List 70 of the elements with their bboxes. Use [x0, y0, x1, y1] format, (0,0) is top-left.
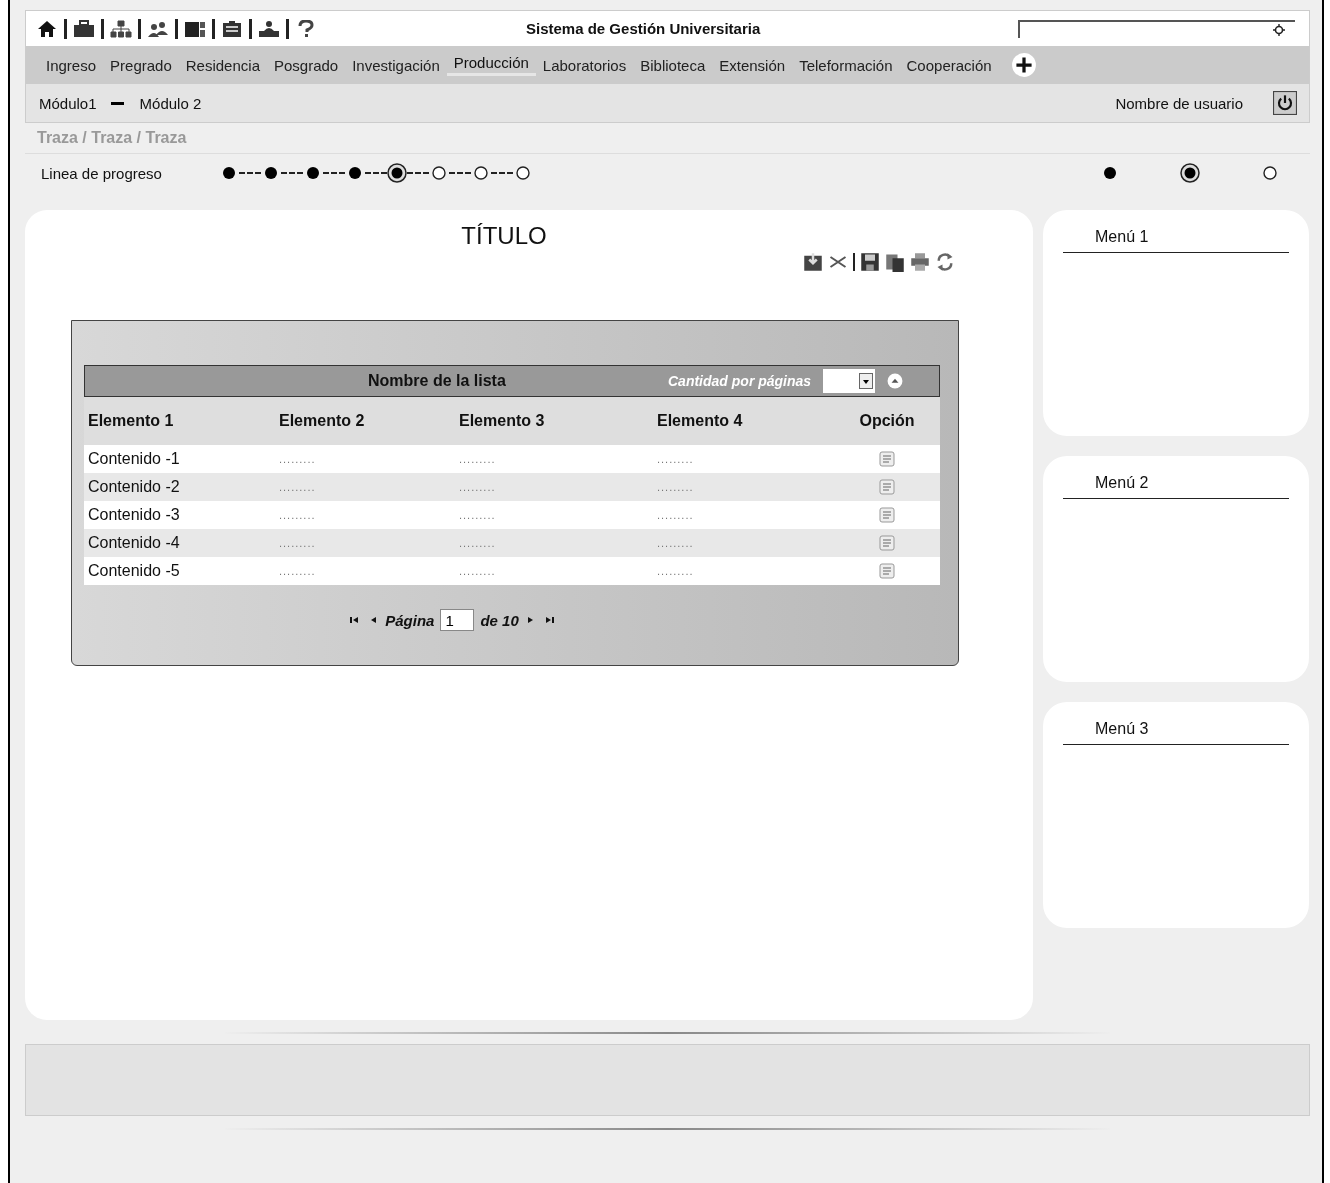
collapse-icon[interactable]	[887, 373, 904, 389]
menu-title: Menú 1	[1063, 228, 1289, 253]
target-icon[interactable]	[1273, 23, 1285, 36]
add-icon[interactable]	[1010, 52, 1037, 78]
briefcase-icon[interactable]	[73, 19, 95, 38]
menu-title: Menú 3	[1063, 720, 1289, 745]
nav-tab[interactable]: Ingreso	[39, 56, 104, 74]
people-icon[interactable]	[147, 19, 169, 38]
table-cell-text: .........	[278, 537, 317, 549]
table-cell-text: .........	[656, 537, 695, 549]
table-cell-text: Contenido -1	[87, 450, 181, 468]
table-cell-text: .........	[656, 565, 695, 577]
copy-icon[interactable]	[885, 252, 905, 272]
nav-tab[interactable]: Pregrado	[103, 56, 179, 74]
page-input[interactable]: 1	[440, 609, 475, 631]
table-cell-text: Contenido -3	[87, 506, 181, 524]
menu-title: Menú 2	[1063, 474, 1289, 499]
person-desk-icon[interactable]	[258, 19, 280, 38]
print-icon[interactable]	[910, 252, 930, 272]
nav-tab[interactable]: Producción	[446, 54, 536, 76]
power-icon[interactable]	[1273, 91, 1297, 115]
nav-tab[interactable]: Posgrado	[267, 56, 346, 74]
system-title: Sistema de Gestión Universitaria	[526, 20, 762, 37]
table-cell-text: Contenido -4	[87, 534, 181, 552]
module-link[interactable]: Módulo 2	[139, 94, 202, 112]
user-name: Nombre de usuario	[1115, 94, 1243, 112]
org-chart-icon[interactable]	[110, 19, 132, 38]
import-icon[interactable]	[803, 252, 823, 272]
column-header: Elemento 3	[458, 412, 546, 430]
column-header: Elemento 4	[656, 412, 744, 430]
nav-tab[interactable]: Extensión	[712, 56, 793, 74]
table-cell-text: Contenido -5	[87, 562, 181, 580]
table-cell-text: .........	[458, 453, 497, 465]
table-cell-text: .........	[458, 537, 497, 549]
column-header: Opción	[858, 412, 916, 430]
nav-tab[interactable]: Biblioteca	[633, 56, 713, 74]
nav-tab[interactable]: Teleformación	[792, 56, 900, 74]
table-cell-text: .........	[656, 481, 695, 493]
table-cell-text: .........	[656, 509, 695, 521]
list-name: Nombre de la lista	[368, 372, 507, 390]
page-total: de 10	[480, 611, 519, 629]
column-header: Elemento 2	[278, 412, 366, 430]
nav-tab[interactable]: Laboratorios	[535, 56, 634, 74]
table-cell-text: Contenido -2	[87, 478, 181, 496]
progress-label: Linea de progreso	[41, 164, 163, 182]
dash-icon	[110, 101, 124, 105]
nav-tab[interactable]: Investigación	[345, 56, 447, 74]
clipboard-icon[interactable]	[221, 19, 243, 38]
per-page-label: Cantidad por páginas	[668, 373, 812, 389]
table-cell-text: .........	[458, 509, 497, 521]
caret-icon[interactable]	[859, 373, 874, 389]
save-icon[interactable]	[860, 252, 880, 272]
table-cell-text: .........	[458, 565, 497, 577]
column-header: Elemento 1	[87, 412, 175, 430]
panel-icon[interactable]	[184, 19, 206, 38]
module-link[interactable]: Módulo1	[39, 94, 97, 112]
nav-tab[interactable]: Cooperación	[899, 56, 999, 74]
refresh-icon[interactable]	[935, 252, 955, 272]
page-title: TÍTULO	[460, 222, 548, 250]
table-cell-text: .........	[278, 565, 317, 577]
table-cell-text: .........	[278, 509, 317, 521]
breadcrumb: Traza / Traza / Traza	[37, 129, 188, 148]
table-cell-text: .........	[278, 453, 317, 465]
per-page-select[interactable]	[823, 369, 876, 393]
nav-tab[interactable]: Residencia	[178, 56, 267, 74]
table-cell-text: .........	[278, 481, 317, 493]
home-icon[interactable]	[36, 19, 58, 38]
table-cell-text: .........	[458, 481, 497, 493]
page-label: Página	[385, 611, 435, 629]
table-cell-text: .........	[656, 453, 695, 465]
